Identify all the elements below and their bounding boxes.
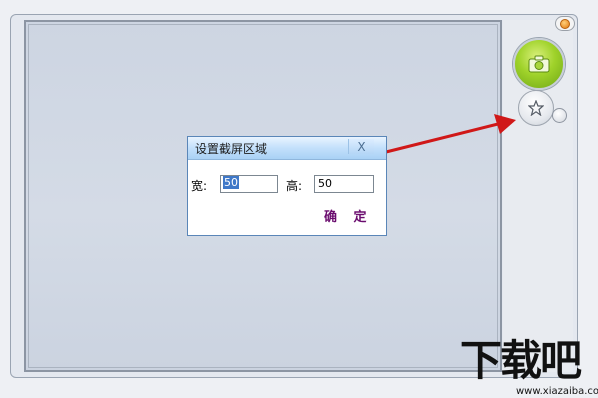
capture-camera-button[interactable] xyxy=(513,38,565,90)
site-watermark: 下载吧 www.xiazaiba.com xyxy=(460,340,598,398)
width-label: 宽: xyxy=(191,179,208,193)
orange-dot-icon xyxy=(560,18,570,29)
close-button[interactable]: X xyxy=(348,139,374,154)
watermark-url: www.xiazaiba.com xyxy=(516,386,598,397)
set-capture-area-dialog: 设置截屏区域 X 宽: 50 高: 50 确 定 xyxy=(187,136,387,236)
dialog-title: 设置截屏区域 xyxy=(195,141,268,156)
height-value: 50 xyxy=(318,177,332,190)
star-icon xyxy=(528,100,544,116)
height-label: 高: xyxy=(286,179,303,193)
close-icon: X xyxy=(357,139,366,154)
small-option-button[interactable] xyxy=(552,108,567,123)
width-value: 50 xyxy=(223,176,239,189)
red-arrow-annotation xyxy=(385,114,516,154)
width-input[interactable]: 50 xyxy=(220,175,278,193)
info-toggle-button[interactable] xyxy=(555,16,575,31)
dialog-title-bar[interactable]: 设置截屏区域 X xyxy=(188,137,386,160)
camera-icon xyxy=(528,55,550,73)
watermark-logo: 下载吧 xyxy=(460,336,582,385)
favorite-button[interactable] xyxy=(518,90,554,126)
height-input[interactable]: 50 xyxy=(314,175,374,193)
ok-button[interactable]: 确 定 xyxy=(324,206,373,225)
